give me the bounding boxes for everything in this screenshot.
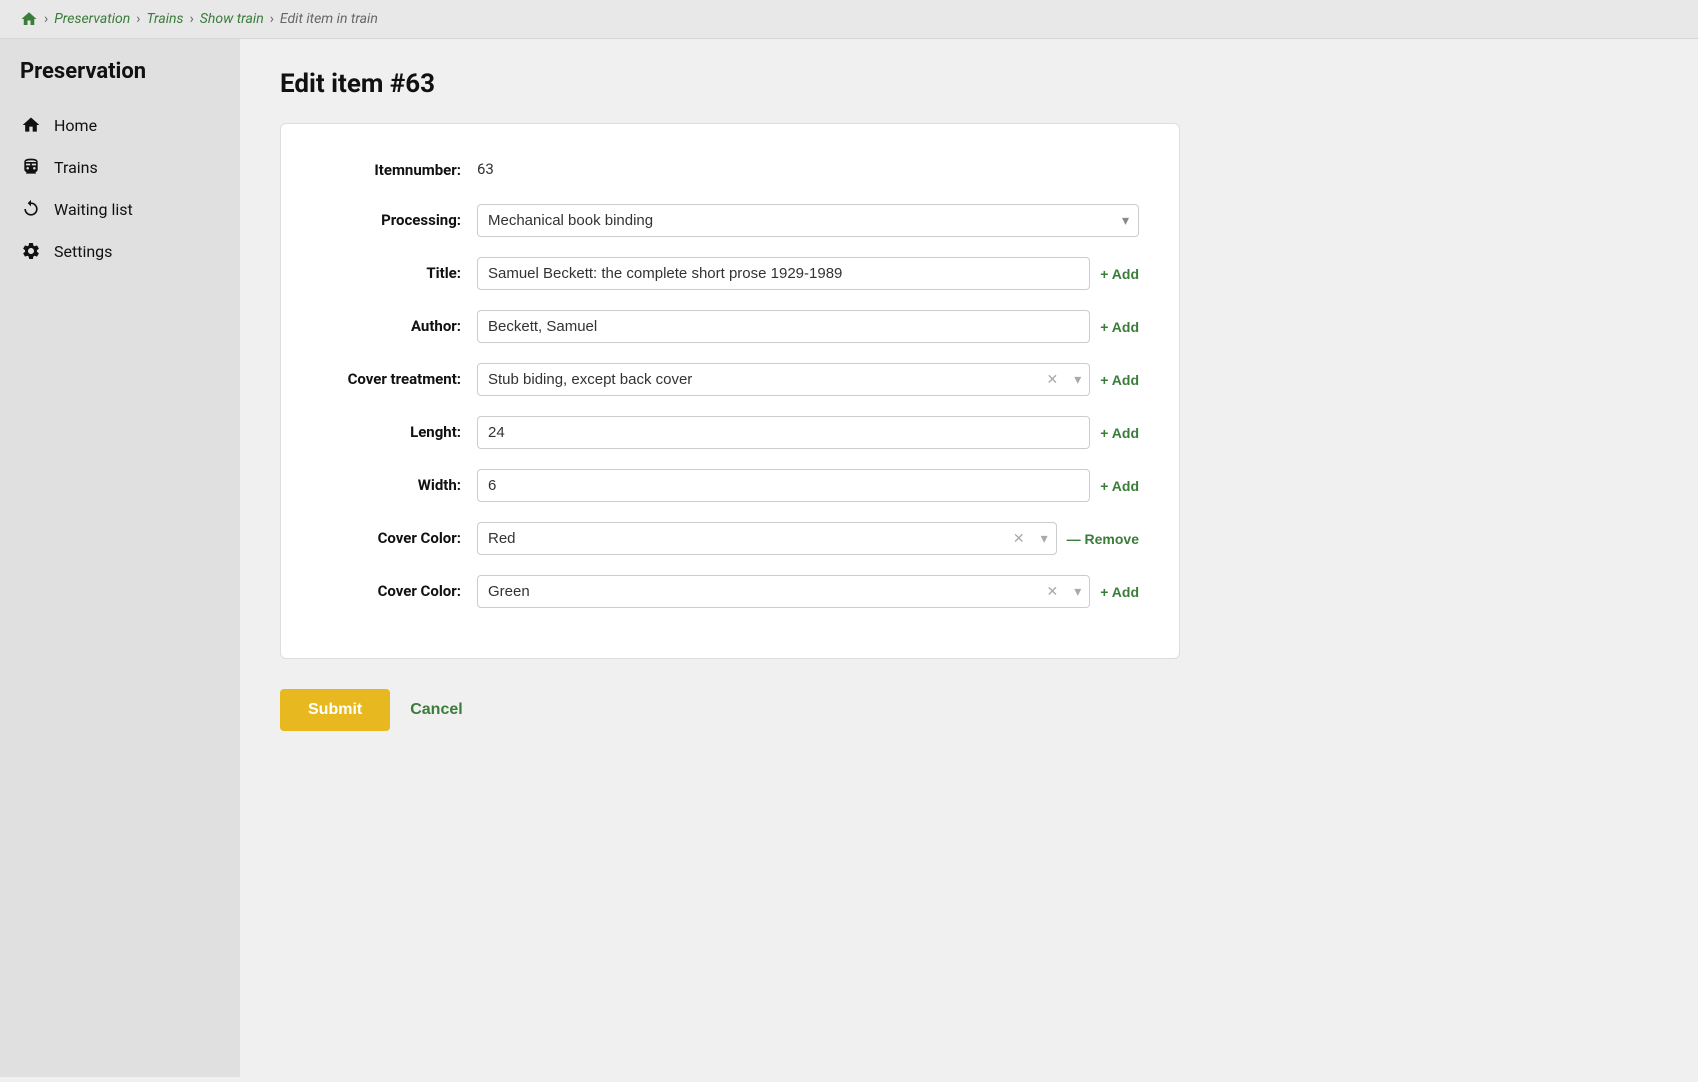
processing-row: Processing: Mechanical book binding Manu… xyxy=(321,204,1139,237)
title-label: Title: xyxy=(321,257,461,282)
cover-treatment-add-button[interactable]: + Add xyxy=(1100,372,1139,388)
sidebar: Preservation Home Trains xyxy=(0,39,240,1077)
page-title: Edit item #63 xyxy=(280,69,1658,99)
breadcrumb-show-train[interactable]: Show train xyxy=(200,11,264,27)
sidebar-item-waiting-list[interactable]: Waiting list xyxy=(0,188,240,230)
main-content: Edit item #63 Itemnumber: 63 Processing:… xyxy=(240,39,1698,1077)
cover-color-2-row: Cover Color: Green Red Blue Yellow ✕ ▾ +… xyxy=(321,575,1139,608)
sidebar-item-trains[interactable]: Trains xyxy=(0,146,240,188)
trains-icon xyxy=(20,156,42,178)
cover-treatment-chevron-button[interactable]: ▾ xyxy=(1066,371,1089,388)
cover-color-1-clear-button[interactable]: ✕ xyxy=(1005,530,1033,547)
author-label: Author: xyxy=(321,310,461,335)
breadcrumb-trains[interactable]: Trains xyxy=(146,11,183,27)
item-number-row: Itemnumber: 63 xyxy=(321,154,1139,184)
cover-color-1-row: Cover Color: Red Green Blue Yellow ✕ ▾ —… xyxy=(321,522,1139,555)
submit-button[interactable]: Submit xyxy=(280,689,390,731)
cover-color-2-chevron-button[interactable]: ▾ xyxy=(1066,583,1089,600)
cover-color-1-label: Cover Color: xyxy=(321,522,461,547)
sidebar-waiting-list-label: Waiting list xyxy=(54,200,133,219)
sidebar-settings-label: Settings xyxy=(54,242,112,261)
breadcrumb-preservation[interactable]: Preservation xyxy=(54,11,130,27)
home-icon[interactable] xyxy=(20,10,38,28)
width-input[interactable] xyxy=(477,469,1090,502)
item-number-label: Itemnumber: xyxy=(321,154,461,179)
author-add-button[interactable]: + Add xyxy=(1100,319,1139,335)
item-number-value: 63 xyxy=(477,154,494,184)
cover-color-2-label: Cover Color: xyxy=(321,575,461,600)
cancel-button[interactable]: Cancel xyxy=(410,701,462,719)
length-add-button[interactable]: + Add xyxy=(1100,425,1139,441)
sidebar-home-label: Home xyxy=(54,116,97,135)
author-row: Author: + Add xyxy=(321,310,1139,343)
width-row: Width: + Add xyxy=(321,469,1139,502)
breadcrumb-sep-4: › xyxy=(270,11,274,27)
length-label: Lenght: xyxy=(321,416,461,441)
breadcrumb: › Preservation › Trains › Show train › E… xyxy=(0,0,1698,39)
breadcrumb-current: Edit item in train xyxy=(280,11,378,27)
cover-treatment-select[interactable]: Stub biding, except back cover Full cove… xyxy=(478,364,1038,395)
cover-color-2-select[interactable]: Green Red Blue Yellow xyxy=(478,576,1038,607)
home-icon xyxy=(20,114,42,136)
width-label: Width: xyxy=(321,469,461,494)
cover-treatment-clear-button[interactable]: ✕ xyxy=(1038,371,1066,388)
cover-color-1-select[interactable]: Red Green Blue Yellow xyxy=(478,523,1005,554)
cover-treatment-label: Cover treatment: xyxy=(321,363,461,390)
processing-select[interactable]: Mechanical book binding Manual book bind… xyxy=(477,204,1139,237)
cover-color-1-remove-button[interactable]: — Remove xyxy=(1067,531,1139,547)
sidebar-item-home[interactable]: Home xyxy=(0,104,240,146)
sidebar-trains-label: Trains xyxy=(54,158,98,177)
breadcrumb-sep-2: › xyxy=(136,11,140,27)
width-add-button[interactable]: + Add xyxy=(1100,478,1139,494)
sidebar-title: Preservation xyxy=(0,59,240,104)
processing-label: Processing: xyxy=(321,204,461,229)
length-input[interactable] xyxy=(477,416,1090,449)
form-footer: Submit Cancel xyxy=(280,689,1658,731)
cover-color-2-clear-button[interactable]: ✕ xyxy=(1038,583,1066,600)
settings-icon xyxy=(20,240,42,262)
breadcrumb-sep-1: › xyxy=(44,11,48,27)
title-input[interactable] xyxy=(477,257,1090,290)
sidebar-item-settings[interactable]: Settings xyxy=(0,230,240,272)
length-row: Lenght: + Add xyxy=(321,416,1139,449)
form-card: Itemnumber: 63 Processing: Mechanical bo… xyxy=(280,123,1180,659)
breadcrumb-sep-3: › xyxy=(190,11,194,27)
cover-treatment-row: Cover treatment: Stub biding, except bac… xyxy=(321,363,1139,396)
waiting-list-icon xyxy=(20,198,42,220)
title-row: Title: + Add xyxy=(321,257,1139,290)
author-input[interactable] xyxy=(477,310,1090,343)
title-add-button[interactable]: + Add xyxy=(1100,266,1139,282)
cover-color-1-chevron-button[interactable]: ▾ xyxy=(1033,530,1056,547)
cover-color-2-add-button[interactable]: + Add xyxy=(1100,584,1139,600)
